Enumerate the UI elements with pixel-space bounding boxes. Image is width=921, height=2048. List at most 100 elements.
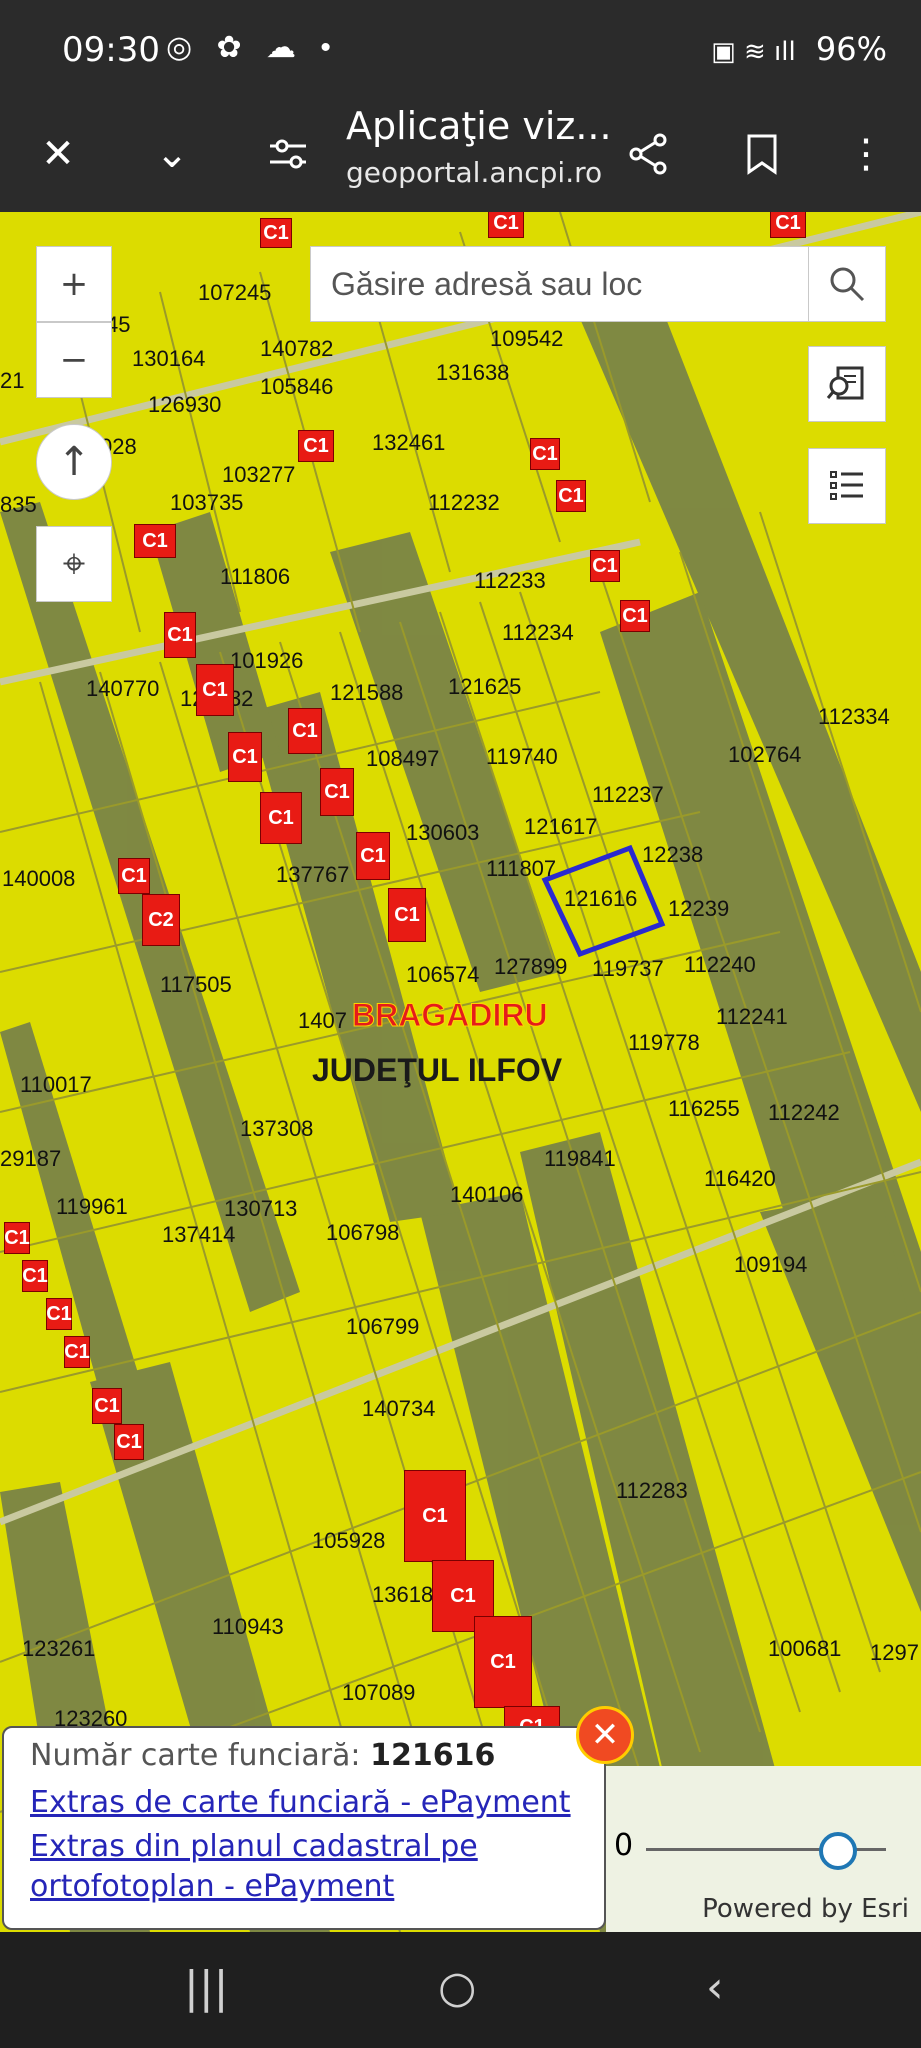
building-marker[interactable]: C1 xyxy=(260,792,302,844)
layer-list-button[interactable] xyxy=(808,448,886,524)
parcel-label[interactable]: 119740 xyxy=(486,744,558,770)
parcel-label[interactable]: 102764 xyxy=(728,742,801,768)
parcel-label[interactable]: 106798 xyxy=(326,1220,399,1246)
parcel-label[interactable]: 130603 xyxy=(406,820,479,846)
map-canvas[interactable]: 107245 45 130164 140782 109542 21 131638… xyxy=(0,212,921,1932)
home-button[interactable]: ○ xyxy=(438,1962,476,2013)
close-icon[interactable]: ✕ xyxy=(28,124,88,184)
building-marker[interactable]: C1 xyxy=(164,612,196,658)
building-marker[interactable]: C1 xyxy=(556,480,586,512)
parcel-label[interactable]: 100681 xyxy=(768,1636,841,1662)
parcel-label[interactable]: 126930 xyxy=(148,392,221,418)
parcel-label[interactable]: 110017 xyxy=(20,1072,92,1098)
building-marker[interactable]: C1 xyxy=(114,1424,144,1460)
parcel-label[interactable]: 105846 xyxy=(260,374,333,400)
parcel-label[interactable]: 835 xyxy=(0,492,37,518)
building-marker[interactable]: C1 xyxy=(46,1298,72,1330)
compass-north-button[interactable]: ↑ xyxy=(36,424,112,500)
parcel-label[interactable]: 111807 xyxy=(486,856,556,882)
parcel-label[interactable]: 119737 xyxy=(592,956,664,982)
zoom-in-button[interactable]: + xyxy=(36,246,112,322)
parcel-label[interactable]: 109194 xyxy=(734,1252,807,1278)
parcel-label[interactable]: 131638 xyxy=(436,360,509,386)
parcel-label[interactable]: 121625 xyxy=(448,674,521,700)
parcel-label[interactable]: 29187 xyxy=(0,1146,61,1172)
parcel-label[interactable]: 106799 xyxy=(346,1314,419,1340)
building-marker[interactable]: C1 xyxy=(228,732,262,782)
building-marker[interactable]: C1 xyxy=(92,1388,122,1424)
building-marker[interactable]: C1 xyxy=(288,708,322,754)
parcel-label[interactable]: 112233 xyxy=(474,568,546,594)
parcel-label[interactable]: 119961 xyxy=(56,1194,128,1220)
bookmark-icon[interactable] xyxy=(732,124,792,184)
locate-button[interactable]: ⌖ xyxy=(36,526,112,602)
building-marker[interactable]: C1 xyxy=(260,218,292,248)
parcel-label[interactable]: 1407 xyxy=(298,1008,347,1034)
parcel-label[interactable]: 119778 xyxy=(628,1030,700,1056)
parcel-label[interactable]: 112283 xyxy=(616,1478,688,1504)
parcel-label[interactable]: 105928 xyxy=(312,1528,385,1554)
building-marker[interactable]: C1 xyxy=(134,524,176,558)
building-marker[interactable]: C1 xyxy=(22,1260,48,1292)
parcel-label[interactable]: 108497 xyxy=(366,746,439,772)
share-icon[interactable] xyxy=(618,124,678,184)
parcel-label[interactable]: 137767 xyxy=(276,862,349,888)
close-popup-button[interactable]: ✕ xyxy=(576,1706,634,1764)
building-marker[interactable]: C1 xyxy=(620,600,650,632)
parcel-label[interactable]: 140770 xyxy=(86,676,159,702)
building-marker[interactable]: C1 xyxy=(590,550,620,582)
building-marker[interactable]: C2 xyxy=(142,894,180,946)
parcel-label[interactable]: 112232 xyxy=(428,490,500,516)
parcel-label[interactable]: 123261 xyxy=(22,1636,95,1662)
parcel-label[interactable]: 101926 xyxy=(230,648,303,674)
parcel-label[interactable]: 21 xyxy=(0,368,24,394)
building-marker[interactable]: C1 xyxy=(320,768,354,816)
parcel-label[interactable]: 137414 xyxy=(162,1222,235,1248)
building-marker[interactable]: C1 xyxy=(196,664,234,716)
parcel-label[interactable]: 137308 xyxy=(240,1116,313,1142)
parcel-label[interactable]: 130713 xyxy=(224,1196,297,1222)
parcel-label[interactable]: 107089 xyxy=(342,1680,415,1706)
back-button[interactable]: ‹ xyxy=(706,1962,724,2013)
building-marker[interactable]: C1 xyxy=(118,858,150,894)
parcel-label[interactable]: 12239 xyxy=(668,896,729,922)
identify-button[interactable] xyxy=(808,346,886,422)
epayment-plan-cadastral-link[interactable]: Extras din planul cadastral pe ortofotop… xyxy=(30,1827,578,1907)
parcel-label[interactable]: 112240 xyxy=(684,952,756,978)
zoom-out-button[interactable]: − xyxy=(36,322,112,398)
parcel-label[interactable]: 112237 xyxy=(592,782,664,808)
parcel-label[interactable]: 103277 xyxy=(222,462,295,488)
building-marker[interactable]: C1 xyxy=(404,1470,466,1562)
parcel-label[interactable]: 112242 xyxy=(768,1100,840,1126)
more-options-icon[interactable]: ⋮ xyxy=(836,124,896,184)
parcel-label[interactable]: 111806 xyxy=(220,564,290,590)
parcel-label[interactable]: 109542 xyxy=(490,326,563,352)
building-marker[interactable]: C1 xyxy=(64,1336,90,1368)
parcel-label[interactable]: 110943 xyxy=(212,1614,284,1640)
building-marker[interactable]: C1 xyxy=(474,1616,532,1708)
chevron-down-icon[interactable]: ⌄ xyxy=(142,124,202,184)
parcel-label[interactable]: 119841 xyxy=(544,1146,616,1172)
parcel-label[interactable]: 127899 xyxy=(494,954,567,980)
parcel-label[interactable]: 112241 xyxy=(716,1004,788,1030)
search-input[interactable] xyxy=(329,264,713,304)
parcel-label[interactable]: 103735 xyxy=(170,490,243,516)
parcel-label[interactable]: 112234 xyxy=(502,620,574,646)
search-button[interactable] xyxy=(808,246,886,322)
parcel-label[interactable]: 121588 xyxy=(330,680,403,706)
parcel-label[interactable]: 121616 xyxy=(564,886,637,912)
building-marker[interactable]: C1 xyxy=(530,438,560,470)
building-marker[interactable]: C1 xyxy=(388,888,426,942)
parcel-label[interactable]: 140782 xyxy=(260,336,333,362)
page-url[interactable]: geoportal.ancpi.ro xyxy=(346,156,602,189)
parcel-label[interactable]: 140734 xyxy=(362,1396,435,1422)
epayment-carte-funciara-link[interactable]: Extras de carte funciară - ePayment xyxy=(30,1783,578,1823)
parcel-label[interactable]: 12238 xyxy=(642,842,703,868)
building-marker[interactable]: C1 xyxy=(4,1222,30,1254)
building-marker[interactable]: C1 xyxy=(488,212,524,238)
parcel-label[interactable]: 116420 xyxy=(704,1166,776,1192)
parcel-label[interactable]: 117505 xyxy=(160,972,232,998)
parcel-label[interactable]: 140106 xyxy=(450,1182,523,1208)
parcel-label[interactable]: 112334 xyxy=(818,704,890,730)
slider-handle[interactable] xyxy=(819,1832,857,1870)
